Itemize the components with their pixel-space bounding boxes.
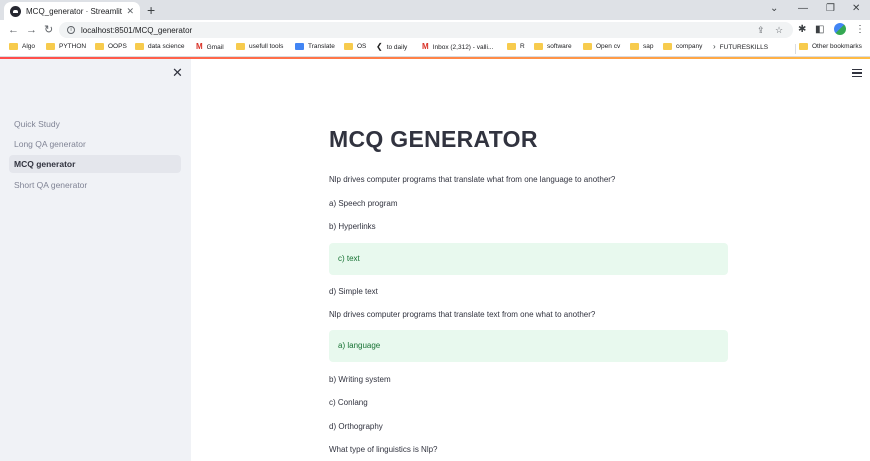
folder-icon <box>135 43 144 50</box>
sidebar: ✕ Quick Study Long QA generator MCQ gene… <box>0 59 191 461</box>
bookmark-software[interactable]: software <box>534 43 572 50</box>
window-close-button[interactable]: ✕ <box>852 2 860 16</box>
folder-icon <box>663 43 672 50</box>
sidebar-item-long-qa-generator[interactable]: Long QA generator <box>9 135 181 153</box>
bookmark-other-bookmarks[interactable]: Other bookmarks <box>799 43 862 50</box>
bookmark-python[interactable]: PYTHON <box>46 43 86 50</box>
main-content: MCQ GENERATOR Nlp drives computer progra… <box>191 59 870 461</box>
folder-icon <box>344 43 353 50</box>
tab-title: MCQ_generator · Streamlit <box>26 6 123 16</box>
back-button[interactable]: ← <box>8 22 19 38</box>
tab-close-icon[interactable]: ✕ <box>126 6 134 17</box>
new-tab-button[interactable]: + <box>147 1 155 19</box>
folder-icon <box>95 43 104 50</box>
bookmark-inbox[interactable]: M Inbox (2,312) - valli... <box>422 43 493 51</box>
bookmark-os[interactable]: OS <box>344 43 366 50</box>
folder-icon <box>630 43 639 50</box>
browser-tab[interactable]: MCQ_generator · Streamlit ✕ <box>4 2 140 20</box>
forward-button[interactable]: → <box>26 22 37 38</box>
bookmark-usefull-tools[interactable]: usefull tools <box>236 43 283 50</box>
question-2-option-c: c) Conlang <box>329 398 368 407</box>
folder-icon <box>236 43 245 50</box>
bookmark-r[interactable]: R <box>507 43 525 50</box>
side-panel-icon[interactable]: ◧ <box>815 22 824 38</box>
bookmarks-bar: Algo PYTHON OOPS data science M Gmail use… <box>0 40 870 57</box>
address-bar[interactable]: i localhost:8501/MCQ_generator ⇪ ☆ <box>59 22 793 38</box>
question-1-option-d: d) Simple text <box>329 287 378 296</box>
question-2-option-b: b) Writing system <box>329 375 391 384</box>
folder-icon <box>583 43 592 50</box>
restore-button[interactable]: ❐ <box>826 2 835 16</box>
bookmark-to-daily[interactable]: ❮ to daily <box>376 43 407 51</box>
bookmark-data-science[interactable]: data science <box>135 43 185 50</box>
bookmark-futureskills[interactable]: › FUTURESKILLS <box>713 43 768 51</box>
folder-icon <box>534 43 543 50</box>
google-translate-icon <box>295 43 304 50</box>
minimize-button[interactable]: — <box>798 2 808 16</box>
chrome-menu-icon[interactable]: ⋮ <box>855 22 865 38</box>
bookmark-star-icon[interactable]: ☆ <box>775 23 783 37</box>
bookmark-algo[interactable]: Algo <box>9 43 35 50</box>
bookmarks-divider <box>795 44 796 54</box>
bookmark-oops[interactable]: OOPS <box>95 43 127 50</box>
page-title: MCQ GENERATOR <box>329 126 538 152</box>
question-2-correct-answer: a) language <box>329 330 728 362</box>
question-3: What type of linguistics is Nlp? <box>329 445 438 454</box>
streamlit-icon: ❮ <box>376 42 383 51</box>
profile-avatar[interactable] <box>834 23 846 35</box>
folder-icon <box>46 43 55 50</box>
question-2: Nlp drives computer programs that transl… <box>329 310 596 319</box>
sidebar-item-quick-study[interactable]: Quick Study <box>9 115 181 133</box>
sidebar-close-icon[interactable]: ✕ <box>172 66 183 80</box>
extensions-icon[interactable]: ✱ <box>798 22 806 38</box>
url-text[interactable]: localhost:8501/MCQ_generator <box>81 26 192 35</box>
question-1-option-a: a) Speech program <box>329 199 398 208</box>
sidebar-item-short-qa-generator[interactable]: Short QA generator <box>9 176 181 194</box>
bookmark-translate[interactable]: Translate <box>295 43 335 50</box>
gmail-icon: M <box>422 42 429 51</box>
tab-search-chevron-icon[interactable]: ⌄ <box>770 2 778 16</box>
streamlit-favicon-icon <box>10 5 21 17</box>
chevron-right-icon: › <box>713 42 716 51</box>
question-1-option-b: b) Hyperlinks <box>329 222 376 231</box>
gmail-icon: M <box>196 42 203 51</box>
share-icon[interactable]: ⇪ <box>757 23 765 37</box>
bookmark-sap[interactable]: sap <box>630 43 653 50</box>
question-1: Nlp drives computer programs that transl… <box>329 175 616 184</box>
browser-toolbar: ← → ↻ i localhost:8501/MCQ_generator ⇪ ☆… <box>0 20 870 40</box>
question-1-correct-answer: c) text <box>329 243 728 275</box>
folder-icon <box>9 43 18 50</box>
sidebar-item-mcq-generator[interactable]: MCQ generator <box>9 155 181 173</box>
hamburger-menu-icon[interactable] <box>852 69 862 79</box>
bookmark-open-cv[interactable]: Open cv <box>583 43 620 50</box>
reload-button[interactable]: ↻ <box>44 22 53 38</box>
question-2-option-d: d) Orthography <box>329 422 383 431</box>
bookmark-company[interactable]: company <box>663 43 702 50</box>
folder-icon <box>507 43 516 50</box>
site-info-icon[interactable]: i <box>67 26 75 34</box>
bookmark-gmail[interactable]: M Gmail <box>196 43 224 51</box>
browser-tab-strip: MCQ_generator · Streamlit ✕ + ⌄ — ❐ ✕ <box>0 0 870 20</box>
folder-icon <box>799 43 808 50</box>
